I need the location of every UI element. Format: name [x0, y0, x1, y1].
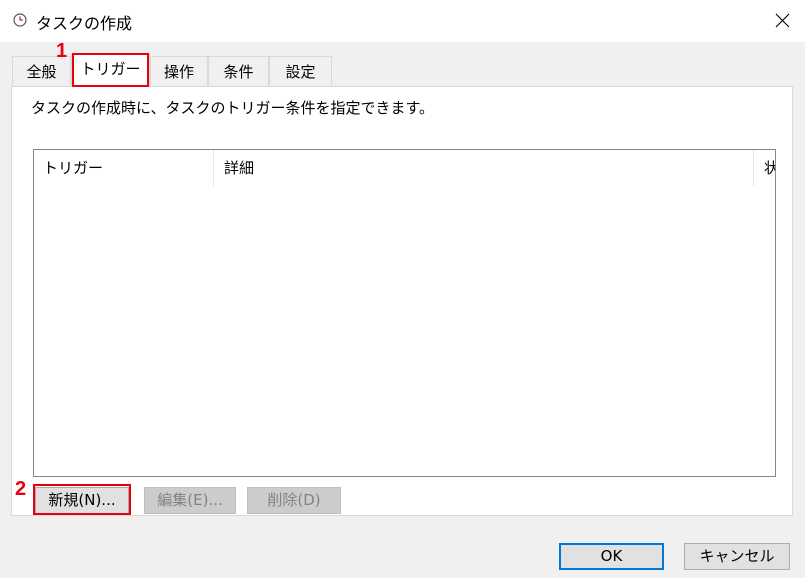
close-button[interactable]	[759, 0, 805, 42]
close-icon	[775, 13, 790, 28]
delete-button[interactable]: 削除(D)	[247, 487, 341, 514]
column-header-trigger[interactable]: トリガー	[34, 150, 214, 186]
tab-conditions[interactable]: 条件	[208, 56, 269, 86]
column-header-detail[interactable]: 詳細	[214, 150, 754, 186]
step-number-2: 2	[15, 478, 27, 500]
tab-trigger[interactable]: トリガー	[71, 53, 150, 87]
column-header-status[interactable]: 状	[754, 150, 775, 186]
trigger-list[interactable]: トリガー 詳細 状	[33, 149, 776, 477]
new-button[interactable]: 新規(N)...	[35, 487, 129, 514]
cancel-button[interactable]: キャンセル	[684, 543, 790, 570]
panel-description: タスクの作成時に、タスクのトリガー条件を指定できます。	[31, 99, 435, 117]
step-number-1: 1	[56, 40, 68, 62]
edit-button[interactable]: 編集(E)...	[144, 487, 236, 514]
ok-button[interactable]: OK	[559, 543, 664, 570]
window-title: タスクの作成	[36, 14, 133, 33]
tab-settings[interactable]: 設定	[269, 56, 332, 86]
title-bar: タスクの作成	[0, 0, 805, 42]
tab-action[interactable]: 操作	[150, 56, 208, 86]
trigger-panel: タスクの作成時に、タスクのトリガー条件を指定できます。 トリガー 詳細 状 新規…	[11, 86, 793, 516]
clock-icon	[13, 13, 27, 27]
